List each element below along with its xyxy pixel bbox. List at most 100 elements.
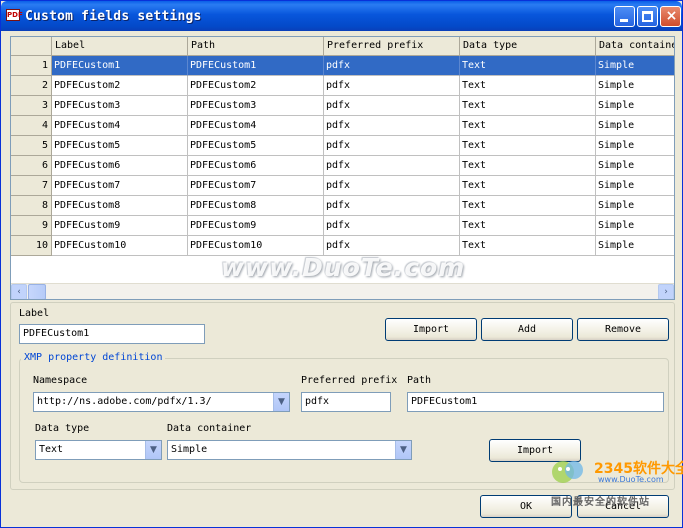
cell-path[interactable]: PDFECustom6 xyxy=(188,156,324,176)
data-container-combo[interactable]: Simple ▼ xyxy=(167,440,412,460)
label-caption: Label xyxy=(19,308,50,319)
title-bar[interactable]: PDF Custom fields settings × xyxy=(1,1,682,31)
scroll-right-icon[interactable]: › xyxy=(658,284,674,299)
table-row[interactable]: 4 PDFECustom4 PDFECustom4 pdfx Text Simple xyxy=(11,116,674,136)
preferred-prefix-input[interactable]: pdfx xyxy=(301,392,391,412)
cell-preferred-prefix[interactable]: pdfx xyxy=(324,196,460,216)
grid-header: Label Path Preferred prefix Data type Da… xyxy=(11,37,674,56)
cell-label[interactable]: PDFECustom8 xyxy=(52,196,188,216)
cell-data-container[interactable]: Simple xyxy=(596,156,674,176)
row-number-cell[interactable]: 8 xyxy=(11,196,52,216)
cell-data-type[interactable]: Text xyxy=(460,136,596,156)
scroll-left-icon[interactable]: ‹ xyxy=(11,284,27,299)
path-input[interactable]: PDFECustom1 xyxy=(407,392,664,412)
data-type-caption: Data type xyxy=(35,423,90,434)
cell-path[interactable]: PDFECustom2 xyxy=(188,76,324,96)
corner-header-cell[interactable] xyxy=(11,37,52,56)
cell-preferred-prefix[interactable]: pdfx xyxy=(324,136,460,156)
cell-preferred-prefix[interactable]: pdfx xyxy=(324,176,460,196)
cell-preferred-prefix[interactable]: pdfx xyxy=(324,216,460,236)
cell-data-container[interactable]: Simple xyxy=(596,216,674,236)
watermark-text: www.DuoTe.com xyxy=(221,253,466,282)
cell-label[interactable]: PDFECustom7 xyxy=(52,176,188,196)
cell-preferred-prefix[interactable]: pdfx xyxy=(324,56,460,76)
cell-label[interactable]: PDFECustom9 xyxy=(52,216,188,236)
chevron-down-icon[interactable]: ▼ xyxy=(395,441,411,459)
cell-data-type[interactable]: Text xyxy=(460,236,596,256)
table-row[interactable]: 9 PDFECustom9 PDFECustom9 pdfx Text Simple xyxy=(11,216,674,236)
row-number-cell[interactable]: 1 xyxy=(11,56,52,76)
label-input[interactable]: PDFECustom1 xyxy=(19,324,205,344)
cell-path[interactable]: PDFECustom3 xyxy=(188,96,324,116)
cell-path[interactable]: PDFECustom1 xyxy=(188,56,324,76)
column-header-label[interactable]: Label xyxy=(52,37,188,56)
cell-label[interactable]: PDFECustom3 xyxy=(52,96,188,116)
cell-preferred-prefix[interactable]: pdfx xyxy=(324,76,460,96)
close-button[interactable]: × xyxy=(660,6,681,27)
row-number-cell[interactable]: 5 xyxy=(11,136,52,156)
cell-data-container[interactable]: Simple xyxy=(596,116,674,136)
data-type-combo[interactable]: Text ▼ xyxy=(35,440,162,460)
cell-preferred-prefix[interactable]: pdfx xyxy=(324,156,460,176)
column-header-preferred-prefix[interactable]: Preferred prefix xyxy=(324,37,460,56)
table-row[interactable]: 6 PDFECustom6 PDFECustom6 pdfx Text Simple xyxy=(11,156,674,176)
table-row[interactable]: 5 PDFECustom5 PDFECustom5 pdfx Text Simple xyxy=(11,136,674,156)
chevron-down-icon[interactable]: ▼ xyxy=(145,441,161,459)
cell-data-type[interactable]: Text xyxy=(460,156,596,176)
cell-data-container[interactable]: Simple xyxy=(596,176,674,196)
row-number-cell[interactable]: 10 xyxy=(11,236,52,256)
maximize-button[interactable] xyxy=(637,6,658,27)
table-row[interactable]: 3 PDFECustom3 PDFECustom3 pdfx Text Simple xyxy=(11,96,674,116)
row-number-cell[interactable]: 2 xyxy=(11,76,52,96)
row-number-cell[interactable]: 3 xyxy=(11,96,52,116)
maximize-icon xyxy=(642,11,653,22)
cell-label[interactable]: PDFECustom2 xyxy=(52,76,188,96)
row-number-cell[interactable]: 7 xyxy=(11,176,52,196)
namespace-combo[interactable]: http://ns.adobe.com/pdfx/1.3/ ▼ xyxy=(33,392,290,412)
cell-label[interactable]: PDFECustom1 xyxy=(52,56,188,76)
cell-label[interactable]: PDFECustom5 xyxy=(52,136,188,156)
cell-data-container[interactable]: Simple xyxy=(596,236,674,256)
table-row[interactable]: 2 PDFECustom2 PDFECustom2 pdfx Text Simple xyxy=(11,76,674,96)
cell-data-type[interactable]: Text xyxy=(460,216,596,236)
cell-path[interactable]: PDFECustom5 xyxy=(188,136,324,156)
cell-label[interactable]: PDFECustom10 xyxy=(52,236,188,256)
cell-path[interactable]: PDFECustom8 xyxy=(188,196,324,216)
row-number-cell[interactable]: 4 xyxy=(11,116,52,136)
add-button[interactable]: Add xyxy=(481,318,573,341)
cell-data-container[interactable]: Simple xyxy=(596,96,674,116)
import-button[interactable]: Import xyxy=(385,318,477,341)
app-pdf-icon: PDF xyxy=(6,9,23,21)
cell-data-container[interactable]: Simple xyxy=(596,56,674,76)
horizontal-scrollbar[interactable]: ‹ › xyxy=(11,283,674,299)
minimize-button[interactable] xyxy=(614,6,635,27)
cell-data-type[interactable]: Text xyxy=(460,56,596,76)
table-row[interactable]: 8 PDFECustom8 PDFECustom8 pdfx Text Simple xyxy=(11,196,674,216)
scrollbar-thumb[interactable] xyxy=(28,284,46,299)
close-icon: × xyxy=(665,8,678,24)
cell-path[interactable]: PDFECustom4 xyxy=(188,116,324,136)
column-header-path[interactable]: Path xyxy=(188,37,324,56)
table-row[interactable]: 7 PDFECustom7 PDFECustom7 pdfx Text Simple xyxy=(11,176,674,196)
cell-path[interactable]: PDFECustom7 xyxy=(188,176,324,196)
cell-data-container[interactable]: Simple xyxy=(596,76,674,96)
row-number-cell[interactable]: 9 xyxy=(11,216,52,236)
cell-path[interactable]: PDFECustom9 xyxy=(188,216,324,236)
chevron-down-icon[interactable]: ▼ xyxy=(273,393,289,411)
column-header-data-container[interactable]: Data containe xyxy=(596,37,674,56)
cell-data-container[interactable]: Simple xyxy=(596,136,674,156)
column-header-data-type[interactable]: Data type xyxy=(460,37,596,56)
cell-preferred-prefix[interactable]: pdfx xyxy=(324,116,460,136)
cell-data-type[interactable]: Text xyxy=(460,196,596,216)
cell-data-type[interactable]: Text xyxy=(460,76,596,96)
cell-label[interactable]: PDFECustom4 xyxy=(52,116,188,136)
cell-data-container[interactable]: Simple xyxy=(596,196,674,216)
table-row[interactable]: 1 PDFECustom1 PDFECustom1 pdfx Text Simple xyxy=(11,56,674,76)
cell-preferred-prefix[interactable]: pdfx xyxy=(324,96,460,116)
cell-data-type[interactable]: Text xyxy=(460,176,596,196)
remove-button[interactable]: Remove xyxy=(577,318,669,341)
cell-data-type[interactable]: Text xyxy=(460,96,596,116)
cell-data-type[interactable]: Text xyxy=(460,116,596,136)
cell-label[interactable]: PDFECustom6 xyxy=(52,156,188,176)
row-number-cell[interactable]: 6 xyxy=(11,156,52,176)
